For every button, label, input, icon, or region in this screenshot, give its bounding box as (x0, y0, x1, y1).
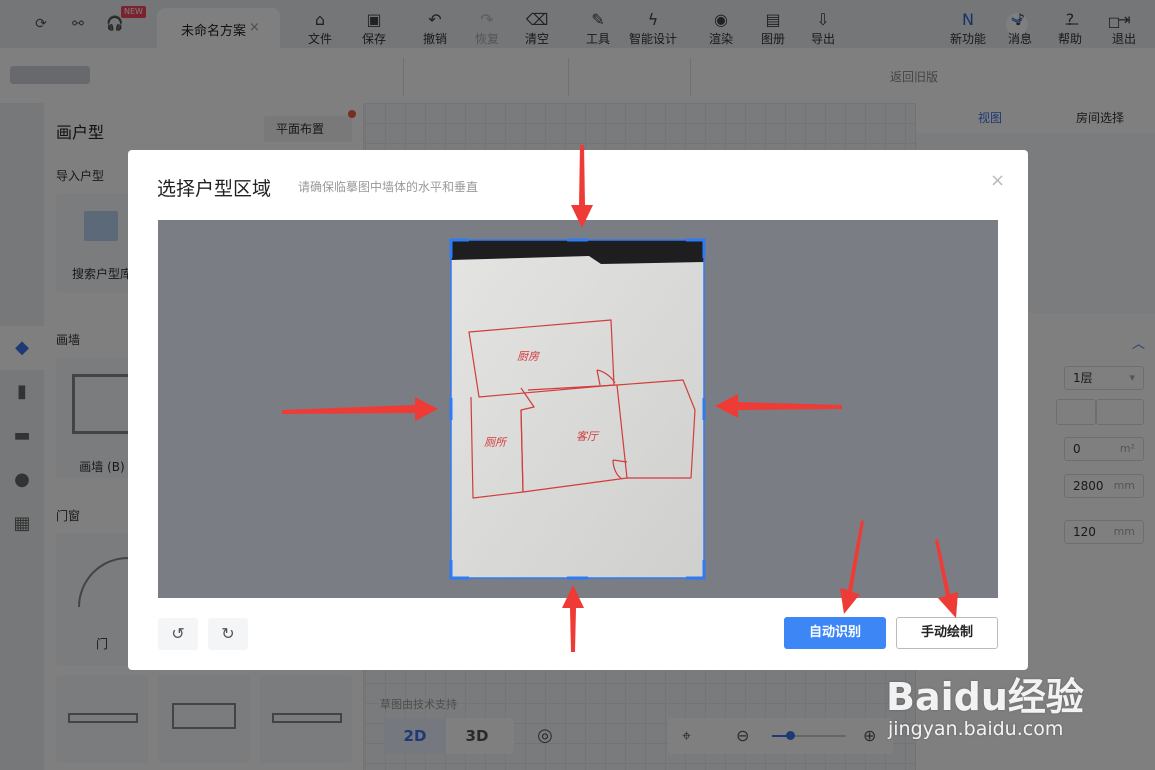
select-area-dialog: 选择户型区域 请确保临摹图中墙体的水平和垂直 × 厨房 厕所 客厅 ↺ ↻ 自动… (128, 150, 1028, 670)
crop-frame[interactable] (158, 220, 998, 598)
rotate-left-icon[interactable]: ↺ (158, 618, 198, 650)
manual-draw-button[interactable]: 手动绘制 (896, 617, 998, 649)
watermark: Baidu经验 jingyan.baidu.com (886, 666, 1151, 770)
crop-area[interactable]: 厨房 厕所 客厅 (158, 220, 998, 598)
watermark-url: jingyan.baidu.com (888, 718, 1064, 740)
close-icon[interactable]: × (990, 170, 1005, 191)
dialog-subtitle: 请确保临摹图中墙体的水平和垂直 (298, 180, 479, 194)
rotate-right-icon[interactable]: ↻ (208, 618, 248, 650)
auto-recognize-button[interactable]: 自动识别 (784, 617, 886, 649)
dialog-title: 选择户型区域 (157, 178, 272, 200)
watermark-logo: Baidu经验 (886, 675, 1084, 719)
